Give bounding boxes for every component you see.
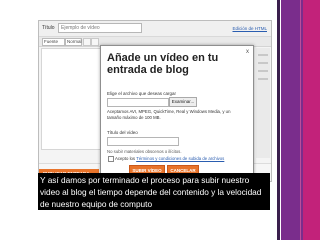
close-icon[interactable]: x [246,49,249,55]
accept-terms-label: Acepto los Términos y condiciones de sub… [115,156,224,161]
add-video-dialog: x Añade un vídeo en tu entrada de blog E… [100,45,254,177]
content-notice: No subir materiales obscenos o ilícitos. [107,149,182,154]
accept-terms-checkbox[interactable] [108,156,114,162]
decorative-bar-magenta [303,0,320,240]
browse-button[interactable]: Examinar... [169,97,197,107]
video-title-input[interactable] [107,137,179,146]
slide: Título Ejemplo de vídeo Edición de HTML … [0,0,320,240]
video-title-label: Título del vídeo [107,130,138,135]
slide-caption: Y así damos por terminado el proceso par… [38,173,270,210]
accept-prefix: Acepto los [115,155,136,161]
size-select[interactable]: Normal [65,38,82,46]
bold-button[interactable] [83,38,91,46]
dialog-title: Añade un vídeo en tu entrada de blog [107,52,219,76]
post-title-input[interactable]: Ejemplo de vídeo [58,23,142,33]
blog-editor-screenshot: Título Ejemplo de vídeo Edición de HTML … [38,20,272,182]
edit-html-link[interactable]: Edición de HTML [232,26,267,31]
font-select[interactable]: Fuente [42,38,65,46]
sidebar-line [258,62,268,64]
italic-button[interactable] [91,38,99,46]
sidebar-line [258,70,268,72]
decorative-bar-dark [277,0,280,240]
title-label: Título [42,25,55,31]
choose-file-label: Elige el archivo que deseas cargar [107,91,177,96]
accepted-formats-text: Aceptamos AVI, MPEG, QuickTime, Real y W… [107,109,231,120]
sidebar-line [258,54,268,56]
post-body-editor[interactable] [41,48,101,150]
editor-title-bar: Título Ejemplo de vídeo Edición de HTML [39,21,271,37]
sidebar-line [258,78,268,80]
file-path-input[interactable] [107,98,169,107]
terms-link[interactable]: Términos y condiciones de subida de arch… [136,156,224,161]
decorative-bar-line [300,0,301,240]
post-settings-sidebar [256,48,270,158]
